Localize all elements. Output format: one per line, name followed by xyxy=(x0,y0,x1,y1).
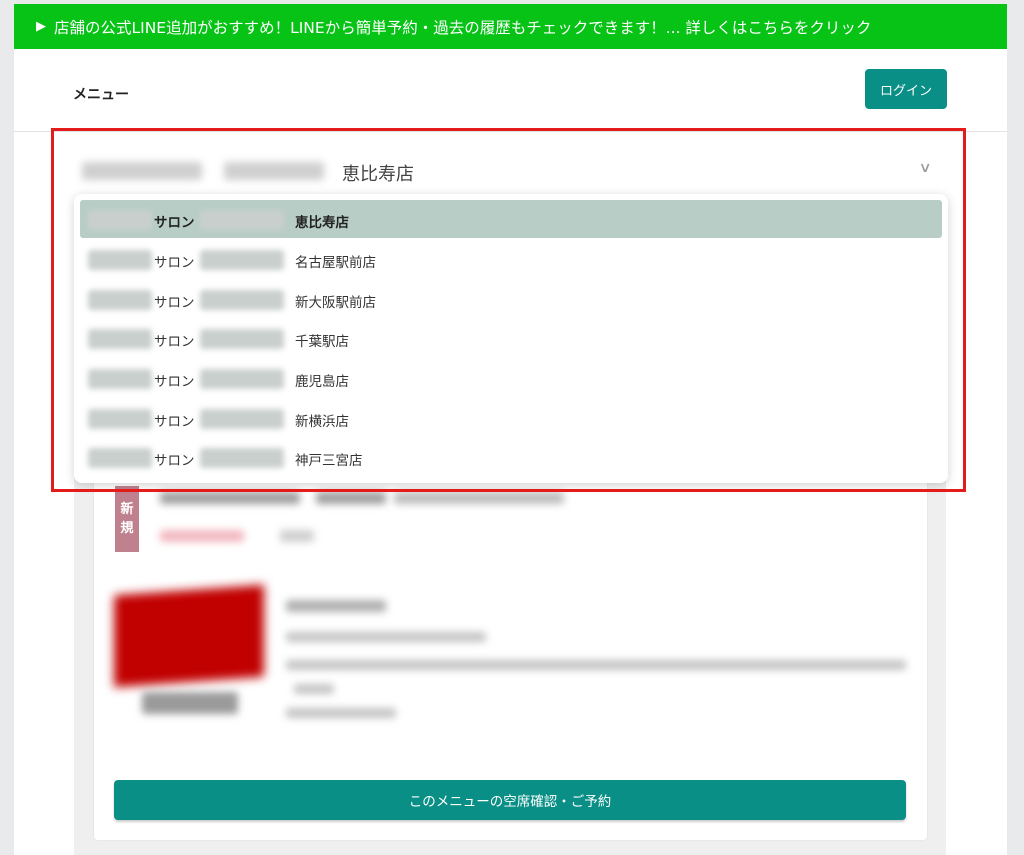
blurred-brand xyxy=(88,369,152,389)
reserve-menu-button[interactable]: このメニューの空席確認・ご予約 xyxy=(114,780,906,820)
blurred-brand xyxy=(88,250,152,270)
blurred-brand xyxy=(82,162,202,180)
store-option-name: 神戸三宮店 xyxy=(295,453,363,469)
store-option-salon: サロン xyxy=(154,414,195,430)
menu-card: 新 規 このメニューの空席確認・ご予約 xyxy=(94,474,927,840)
store-option-salon: サロン xyxy=(154,215,195,231)
store-option[interactable]: サロン 神戸三宮店 xyxy=(80,438,942,476)
blurred-title xyxy=(160,492,300,504)
scrollbar-track[interactable] xyxy=(1007,0,1024,855)
blurred-brand xyxy=(88,210,152,230)
blurred-description xyxy=(286,600,386,612)
store-option-salon: サロン xyxy=(154,295,195,311)
store-option-name: 名古屋駅前店 xyxy=(295,255,376,271)
play-icon: ▶ xyxy=(36,19,46,34)
chevron-down-icon[interactable]: ∨ xyxy=(918,160,931,176)
blurred-brand xyxy=(88,409,152,429)
store-option[interactable]: サロン 鹿児島店 xyxy=(80,359,942,397)
blurred-duration xyxy=(280,530,314,542)
store-option[interactable]: サロン 名古屋駅前店 xyxy=(80,240,942,278)
page: ▶ 店舗の公式LINE追加がおすすめ！LINEから簡単予約・過去の履歴もチェック… xyxy=(14,4,1007,855)
blurred-brand xyxy=(200,448,284,468)
store-dropdown-list: サロン 恵比寿店 サロン 名古屋駅前店 サロン 新大阪駅前店 サロン 千葉駅店 … xyxy=(74,194,948,483)
store-option-salon: サロン xyxy=(154,334,195,350)
new-badge-line2: 規 xyxy=(120,521,134,536)
blurred-description xyxy=(286,660,906,670)
blurred-price xyxy=(160,530,244,542)
blurred-title xyxy=(394,492,564,504)
store-option[interactable]: サロン 恵比寿店 xyxy=(80,200,942,238)
store-option-name: 新横浜店 xyxy=(295,414,349,430)
store-option-name: 千葉駅店 xyxy=(295,334,349,350)
header: メニュー ログイン xyxy=(14,49,1007,132)
store-select-value: 恵比寿店 xyxy=(342,164,414,185)
promo-image xyxy=(114,584,264,688)
store-option[interactable]: サロン 新横浜店 xyxy=(80,399,942,437)
blurred-brand xyxy=(200,290,284,310)
store-option-name: 新大阪駅前店 xyxy=(295,295,376,311)
store-option-salon: サロン xyxy=(154,374,195,390)
blurred-brand xyxy=(200,329,284,349)
blurred-brand xyxy=(200,210,284,230)
store-option-salon: サロン xyxy=(154,255,195,271)
blurred-image-caption xyxy=(142,692,238,714)
line-banner-text: 店舗の公式LINE追加がおすすめ！LINEから簡単予約・過去の履歴もチェックでき… xyxy=(54,18,872,37)
store-select[interactable]: 恵比寿店 ∨ xyxy=(74,150,944,190)
store-option-name: 恵比寿店 xyxy=(295,215,349,231)
line-banner-link[interactable]: ▶ 店舗の公式LINE追加がおすすめ！LINEから簡単予約・過去の履歴もチェック… xyxy=(14,4,1007,49)
store-option[interactable]: サロン 新大阪駅前店 xyxy=(80,280,942,318)
blurred-description xyxy=(286,708,396,718)
blurred-description xyxy=(286,632,486,642)
blurred-title xyxy=(316,492,386,504)
blurred-brand xyxy=(200,250,284,270)
blurred-brand xyxy=(88,448,152,468)
blurred-description xyxy=(294,684,334,694)
blurred-brand xyxy=(88,290,152,310)
blurred-brand xyxy=(200,409,284,429)
store-option-salon: サロン xyxy=(154,453,195,469)
store-option-name: 鹿児島店 xyxy=(295,374,349,390)
blurred-brand xyxy=(200,369,284,389)
store-option[interactable]: サロン 千葉駅店 xyxy=(80,319,942,357)
login-button[interactable]: ログイン xyxy=(865,69,947,109)
page-title: メニュー xyxy=(73,87,129,103)
new-badge-line1: 新 xyxy=(120,501,134,517)
blurred-brand xyxy=(88,329,152,349)
blurred-brand xyxy=(224,162,324,180)
new-badge: 新 規 xyxy=(115,486,139,552)
